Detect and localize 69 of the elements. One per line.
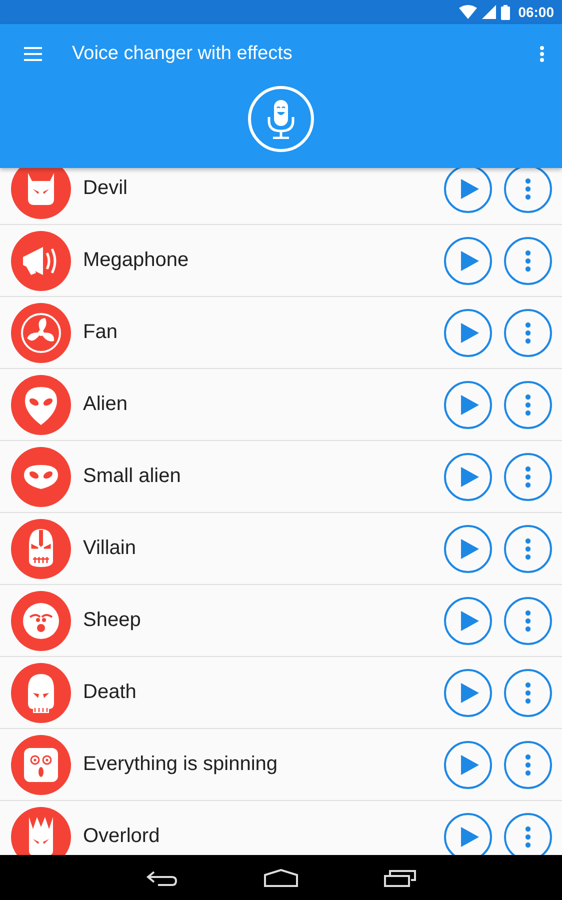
more-options-button[interactable]: [504, 380, 552, 428]
more-options-button[interactable]: [504, 740, 552, 788]
menu-icon: [24, 47, 42, 61]
play-button[interactable]: [444, 740, 492, 788]
play-icon: [461, 394, 479, 414]
alien-face-icon: [11, 374, 71, 434]
play-icon: [461, 538, 479, 558]
recent-apps-icon[interactable]: [384, 868, 416, 886]
skull-icon: [11, 662, 71, 722]
more-icon: [525, 250, 531, 272]
effect-name: Overlord: [83, 825, 161, 848]
clock-time: 06:00: [518, 4, 554, 20]
back-icon[interactable]: [146, 868, 178, 886]
sheep-face-icon: [11, 590, 71, 650]
alien-face-icon: [11, 446, 71, 506]
more-icon: [525, 394, 531, 416]
more-icon: [525, 322, 531, 344]
play-button[interactable]: [444, 668, 492, 716]
effect-name: Everything is spinning: [83, 753, 279, 776]
more-icon: [525, 682, 531, 704]
play-button[interactable]: [444, 524, 492, 572]
play-button[interactable]: [444, 452, 492, 500]
app-title: Voice changer with effects: [72, 43, 294, 65]
more-options-button[interactable]: [504, 236, 552, 284]
signal-icon: [482, 5, 496, 19]
more-icon: [525, 178, 531, 200]
play-icon: [461, 466, 479, 486]
smiling-microphone-icon: [266, 99, 296, 139]
play-icon: [461, 682, 479, 702]
devil-face-icon: [11, 168, 71, 218]
skull-mask-icon: [11, 518, 71, 578]
play-icon: [461, 610, 479, 630]
play-icon: [461, 826, 479, 846]
more-options-button[interactable]: [504, 596, 552, 644]
more-icon: [525, 826, 531, 848]
battery-icon: [501, 4, 510, 20]
effect-name: Megaphone: [83, 249, 190, 272]
more-options-button[interactable]: [504, 524, 552, 572]
play-button[interactable]: [444, 236, 492, 284]
play-icon: [461, 178, 479, 198]
effect-name: Villain: [83, 537, 137, 560]
play-icon: [461, 754, 479, 774]
more-options-button[interactable]: [504, 668, 552, 716]
more-options-button[interactable]: [504, 168, 552, 212]
more-options-button[interactable]: [504, 308, 552, 356]
record-button[interactable]: [248, 86, 314, 152]
fan-icon: [11, 302, 71, 362]
play-button[interactable]: [444, 596, 492, 644]
more-icon: [540, 46, 544, 62]
more-icon: [525, 538, 531, 560]
play-icon: [461, 322, 479, 342]
play-button[interactable]: [444, 168, 492, 212]
effect-name: Devil: [83, 177, 128, 200]
effect-name: Alien: [83, 393, 128, 416]
effect-name: Small alien: [83, 465, 182, 488]
effect-name: Sheep: [83, 609, 142, 632]
megaphone-icon: [11, 230, 71, 290]
effect-name: Death: [83, 681, 138, 704]
more-icon: [525, 466, 531, 488]
play-button[interactable]: [444, 308, 492, 356]
effect-name: Fan: [83, 321, 118, 344]
more-icon: [525, 610, 531, 632]
home-icon[interactable]: [264, 868, 298, 886]
wifi-icon: [459, 5, 478, 19]
more-options-button[interactable]: [504, 452, 552, 500]
dizzy-face-icon: [11, 734, 71, 794]
more-icon: [525, 754, 531, 776]
play-button[interactable]: [444, 380, 492, 428]
play-icon: [461, 250, 479, 270]
